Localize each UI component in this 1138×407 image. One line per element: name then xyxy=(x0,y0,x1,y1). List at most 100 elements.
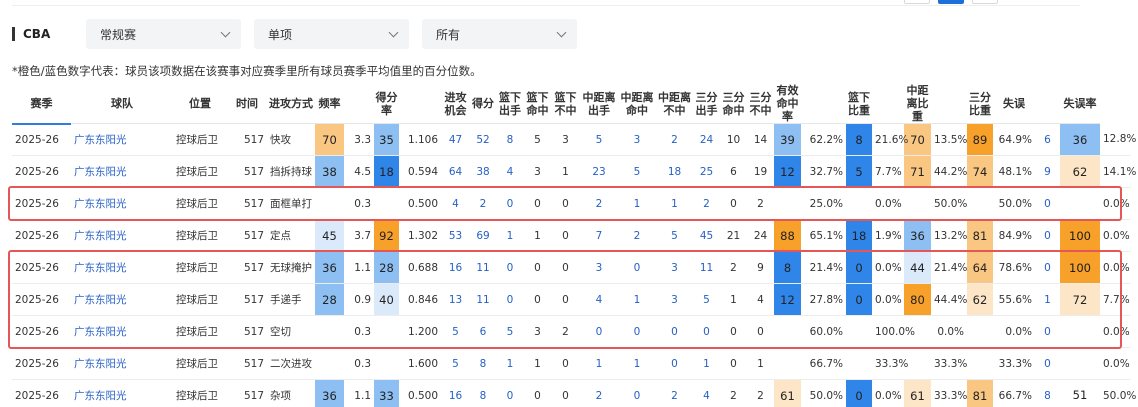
column-header[interactable]: 失误 xyxy=(993,84,1035,124)
table-row[interactable]: 2025-26 广东东阳光 控球后卫 517 快攻 70 3.3 35 1.106 47 52 8 5 3… xyxy=(12,123,1136,156)
season-type-select[interactable]: 常规赛 xyxy=(86,19,241,49)
frequency-value: 0.9 xyxy=(344,283,374,316)
column-header[interactable]: 进攻机会 xyxy=(441,84,470,124)
rim-attempts-cell: 0 xyxy=(496,283,524,316)
chevron-down-icon xyxy=(220,27,231,37)
mid-made-cell: 1 xyxy=(618,283,656,316)
mid-share-percentile: 61 xyxy=(904,379,931,407)
frequency-value: 3.7 xyxy=(344,219,374,252)
season-cell: 2025-26 xyxy=(12,251,71,284)
column-header[interactable]: 中距离不中 xyxy=(656,84,693,124)
possessions-cell: 47 xyxy=(441,123,470,156)
turnovers-cell: 0 xyxy=(1035,251,1060,284)
position-cell: 控球后卫 xyxy=(173,283,227,316)
column-header[interactable]: 得分率 xyxy=(374,84,399,124)
team-link[interactable]: 广东东阳光 xyxy=(71,315,173,348)
column-header[interactable]: 三分比重 xyxy=(967,84,993,124)
rim-made-cell: 0 xyxy=(524,379,551,407)
ppp-value: 0.594 xyxy=(399,155,441,188)
mid-missed-cell: 0 xyxy=(656,347,693,380)
three-share-percentile xyxy=(967,315,993,348)
frequency-percentile: 45 xyxy=(315,219,344,252)
column-header[interactable]: 时间 xyxy=(227,84,267,124)
column-header[interactable]: 三分出手 xyxy=(693,84,720,124)
frequency-percentile: 28 xyxy=(315,283,344,316)
column-header[interactable]: 位置 xyxy=(173,84,227,124)
three-made-cell: 0 xyxy=(720,187,747,220)
table-row[interactable]: 2025-26 广东东阳光 控球后卫 517 二次进攻 0.3 1.600 5 8 1 1 0 1 1 0 1… xyxy=(12,347,1130,380)
ppp-percentile xyxy=(374,187,399,220)
team-link[interactable]: 广东东阳光 xyxy=(71,347,173,380)
column-header[interactable]: 篮下出手 xyxy=(496,84,524,124)
three-missed-cell: 1 xyxy=(747,347,774,380)
chevron-down-icon xyxy=(388,27,399,37)
table-row[interactable]: 2025-26 广东东阳光 控球后卫 517 无球掩护 36 1.1 28 0.688 16 11 0… xyxy=(12,251,1130,284)
stat-mode-select[interactable]: 单项 xyxy=(254,19,409,49)
three-attempts-cell: 1 xyxy=(693,347,720,380)
filter-bar: CBA 常规赛 单项 所有 xyxy=(12,19,590,49)
column-header xyxy=(931,84,967,124)
column-header[interactable]: 篮下命中 xyxy=(524,84,551,124)
frequency-value: 4.5 xyxy=(344,155,374,188)
column-header[interactable]: 中距离比重 xyxy=(904,84,931,124)
team-link[interactable]: 广东东阳光 xyxy=(71,379,173,407)
minutes-cell: 517 xyxy=(227,123,267,156)
team-link[interactable]: 广东东阳光 xyxy=(71,219,173,252)
ppp-value: 1.600 xyxy=(399,347,441,380)
column-header[interactable]: 有效命中率 xyxy=(774,84,801,124)
team-link[interactable]: 广东东阳光 xyxy=(71,155,173,188)
table-row[interactable]: 2025-26 广东东阳光 控球后卫 517 面框单打 0.3 0.500 4 2 0 0 0 2 1 1 2… xyxy=(12,187,1130,220)
mid-missed-cell: 3 xyxy=(656,251,693,284)
play-type-select[interactable]: 所有 xyxy=(422,19,577,49)
page-button[interactable] xyxy=(972,0,998,4)
minutes-cell: 517 xyxy=(227,251,267,284)
rim-made-cell: 1 xyxy=(524,347,551,380)
column-header[interactable]: 三分命中 xyxy=(720,84,747,124)
column-header[interactable]: 篮下比重 xyxy=(846,84,872,124)
possessions-cell: 53 xyxy=(441,219,470,252)
minutes-cell: 517 xyxy=(227,283,267,316)
turnovers-cell: 1 xyxy=(1035,283,1060,316)
efg-percentile: 12 xyxy=(774,283,801,316)
mid-share-percentile: 36 xyxy=(904,219,931,252)
minutes-cell: 517 xyxy=(227,187,267,220)
team-link[interactable]: 广东东阳光 xyxy=(71,123,173,156)
three-share-percentile xyxy=(967,347,993,380)
ppp-value: 0.500 xyxy=(399,187,441,220)
column-header[interactable]: 中距离命中 xyxy=(618,84,656,124)
table-row[interactable]: 2025-26 广东东阳光 控球后卫 517 定点 45 3.7 92 1.302 53 69 1 1 0… xyxy=(12,219,1130,252)
column-header[interactable]: 失误率 xyxy=(1060,84,1100,124)
three-missed-cell: 24 xyxy=(747,219,774,252)
team-link[interactable]: 广东东阳光 xyxy=(71,251,173,284)
page-button[interactable] xyxy=(904,0,930,4)
table-row[interactable]: 2025-26 广东东阳光 控球后卫 517 挡拆持球 38 4.5 18 0.594 64 38 4… xyxy=(12,155,1136,188)
position-cell: 控球后卫 xyxy=(173,251,227,284)
column-header[interactable]: 篮下不中 xyxy=(551,84,580,124)
play-type-cell: 定点 xyxy=(267,219,315,252)
column-header[interactable]: 中距离出手 xyxy=(580,84,618,124)
column-header[interactable]: 进攻方式 xyxy=(267,84,315,124)
column-header[interactable]: 得分 xyxy=(470,84,496,124)
rim-attempts-cell: 0 xyxy=(496,379,524,407)
possessions-cell: 16 xyxy=(441,379,470,407)
three-share-value: 50.0% xyxy=(993,187,1035,220)
efg-percentile: 88 xyxy=(774,219,801,252)
mid-share-value: 44.4% xyxy=(931,283,967,316)
team-link[interactable]: 广东东阳光 xyxy=(71,187,173,220)
column-header[interactable]: 球队 xyxy=(71,84,173,124)
rim-missed-cell: 3 xyxy=(551,123,580,156)
column-header[interactable]: 赛季 xyxy=(12,84,71,125)
table-row[interactable]: 2025-26 广东东阳光 控球后卫 517 手递手 28 0.9 40 0.846 13 11 0 0… xyxy=(12,283,1130,316)
page-button-active[interactable] xyxy=(938,0,964,4)
mid-share-percentile: 44 xyxy=(904,251,931,284)
table-row[interactable]: 2025-26 广东东阳光 控球后卫 517 空切 0.3 1.200 5 6 5 3 2 0 0 0 0 0 0… xyxy=(12,315,1130,348)
column-header[interactable]: 频率 xyxy=(315,84,344,124)
efg-percentile: 61 xyxy=(774,379,801,407)
points-cell: 52 xyxy=(470,123,496,156)
ppp-value: 0.846 xyxy=(399,283,441,316)
column-header[interactable]: 三分不中 xyxy=(747,84,774,124)
turnover-rate-percentile: 36 xyxy=(1060,123,1100,156)
table-row[interactable]: 2025-26 广东东阳光 控球后卫 517 杂项 36 1.1 33 0.500 16 8 0 0 0 2… xyxy=(12,379,1136,407)
team-link[interactable]: 广东东阳光 xyxy=(71,283,173,316)
mid-share-percentile xyxy=(904,347,931,380)
